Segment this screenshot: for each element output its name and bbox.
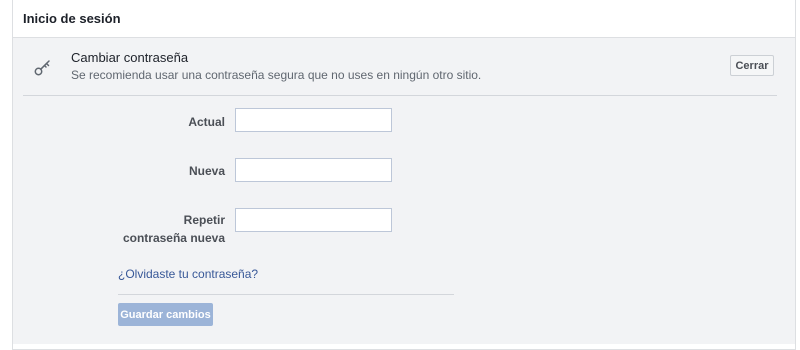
panel-header: Inicio de sesión	[13, 0, 795, 38]
new-password-label: Nueva	[188, 164, 225, 178]
page-title: Inicio de sesión	[23, 11, 121, 26]
key-icon	[33, 57, 53, 77]
repeat-password-label-line2: contraseña nueva	[122, 231, 225, 245]
close-button[interactable]: Cerrar	[730, 55, 774, 76]
change-password-section: Cambiar contraseña Se recomienda usar un…	[13, 38, 795, 344]
section-subtitle: Se recomienda usar una contraseña segura…	[71, 68, 482, 82]
forgot-password-link[interactable]: ¿Olvidaste tu contraseña?	[118, 267, 258, 281]
repeat-password-label-line1: Repetir	[183, 213, 225, 227]
current-password-input[interactable]	[235, 108, 392, 132]
save-changes-button[interactable]: Guardar cambios	[118, 303, 213, 326]
new-password-input[interactable]	[235, 158, 392, 182]
repeat-password-input[interactable]	[235, 208, 392, 232]
divider	[118, 294, 454, 295]
repeat-password-label: Repetir contraseña nueva	[123, 211, 225, 247]
change-password-header: Cambiar contraseña Se recomienda usar un…	[23, 38, 777, 96]
section-title: Cambiar contraseña	[71, 50, 189, 65]
current-password-label: Actual	[188, 115, 225, 129]
login-settings-panel: Inicio de sesión Cambiar contraseña Se r…	[12, 0, 796, 350]
